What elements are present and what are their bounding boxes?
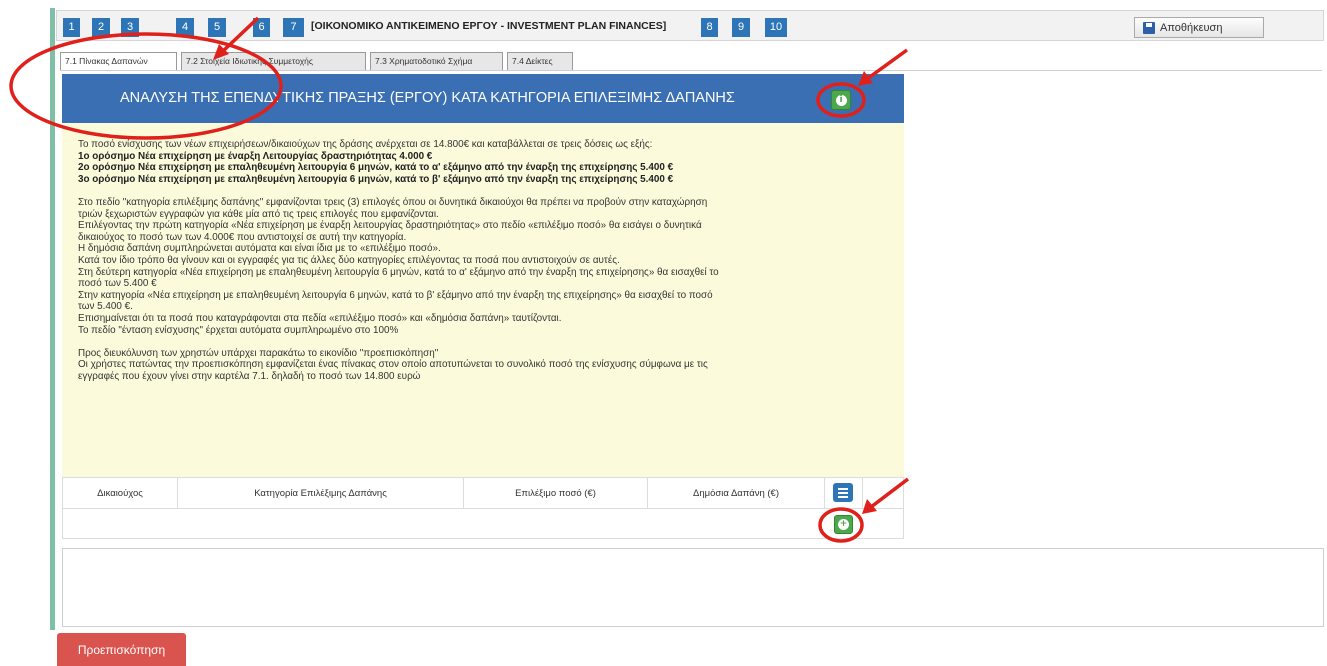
step-navigation-bar: 1 2 3 4 5 6 7 [ΟΙΚΟΝΟΜΙΚΟ ΑΝΤΙΚΕΙΜΕΝΟ ΕΡ… [56, 10, 1324, 41]
step-3-button[interactable]: 3 [121, 18, 139, 37]
step-7-button[interactable]: 7 [283, 18, 304, 37]
step-5-button[interactable]: 5 [208, 18, 226, 37]
column-header: Δικαιούχος [63, 478, 178, 509]
tab-indicators[interactable]: 7.4 Δείκτες [507, 52, 573, 70]
info-line: Οι χρήστες πατώντας την προεπισκόπηση εμ… [78, 359, 708, 371]
info-line: δικαιούχος το ποσό των των 4.000€ που αν… [78, 231, 407, 243]
preview-button[interactable]: Προεπισκόπηση [57, 633, 186, 666]
list-icon[interactable] [833, 483, 853, 502]
step-2-button[interactable]: 2 [92, 18, 110, 37]
save-button-label: Αποθήκευση [1160, 21, 1223, 34]
floppy-disk-icon [1143, 21, 1155, 34]
step-4-button[interactable]: 4 [176, 18, 194, 37]
milestone-2: 2ο ορόσημο Νέα επιχείρηση με επαληθευμέν… [78, 162, 674, 174]
notes-textarea[interactable] [62, 548, 1324, 627]
info-line: Στην κατηγορία «Νέα επιχείρηση με επαληθ… [78, 289, 713, 301]
info-line: Επισημαίνεται ότι τα ποσά που καταγράφον… [78, 312, 562, 324]
info-line: Η δημόσια δαπάνη συμπληρώνεται αυτόματα … [78, 243, 441, 255]
info-line: Το πεδίο "ένταση ενίσχυσης" έρχεται αυτό… [78, 324, 399, 336]
info-circle-icon: i [835, 94, 847, 106]
step-1-button[interactable]: 1 [63, 18, 80, 37]
info-intro: Το ποσό ενίσχυσης των νέων επιχειρήσεων/… [78, 139, 653, 150]
info-line: εγγραφές που έχουν γίνει στην καρτέλα 7.… [78, 370, 421, 382]
info-line: Επιλέγοντας την πρώτη κατηγορία «Νέα επι… [78, 220, 702, 232]
column-header: Επιλέξιμο ποσό (€) [464, 478, 648, 509]
table-header: Δικαιούχος Κατηγορία Επιλέξιμης Δαπάνης … [63, 478, 903, 509]
section-title: ΑΝΑΛΥΣΗ ΤΗΣ ΕΠΕΝΔΥΤΙΚΗΣ ΠΡΑΞΗΣ (ΕΡΓΟΥ) Κ… [120, 90, 735, 106]
info-line: Στη δεύτερη κατηγορία «Νέα επιχείρηση με… [78, 266, 719, 278]
milestone-3: 3ο ορόσημο Νέα επιχείρηση με επαληθευμέν… [78, 173, 674, 185]
step-8-button[interactable]: 8 [701, 18, 718, 37]
step-10-button[interactable]: 10 [765, 18, 787, 37]
info-button[interactable]: i [831, 90, 851, 110]
milestone-1: 1ο ορόσημο Νέα επιχείρηση με έναρξη Λειτ… [78, 150, 433, 162]
tab-divider [60, 70, 1322, 71]
info-line: ποσό των 5.400 € [78, 278, 157, 290]
tab-private-participation[interactable]: 7.2 Στοιχεία Ιδιωτικής Συμμετοχής [181, 52, 366, 70]
left-accent-bar [50, 8, 55, 630]
tab-expense-table[interactable]: 7.1 Πίνακας Δαπανών [60, 52, 177, 70]
expense-table: Δικαιούχος Κατηγορία Επιλέξιμης Δαπάνης … [62, 477, 904, 539]
column-header: Δημόσια Δαπάνη (€) [648, 478, 825, 509]
current-step-title: [ΟΙΚΟΝΟΜΙΚΟ ΑΝΤΙΚΕΙΜΕΝΟ ΕΡΓΟΥ - INVESTME… [311, 20, 667, 32]
info-line: Κατά τον ίδιο τρόπο θα γίνουν και οι εγγ… [78, 254, 620, 266]
step-9-button[interactable]: 9 [732, 18, 750, 37]
save-button[interactable]: Αποθήκευση [1134, 17, 1264, 38]
section-header: ΑΝΑΛΥΣΗ ΤΗΣ ΕΠΕΝΔΥΤΙΚΗΣ ΠΡΑΞΗΣ (ΕΡΓΟΥ) Κ… [62, 74, 904, 123]
info-line: Στο πεδίο "κατηγορία επιλέξιμης δαπάνης"… [78, 196, 708, 208]
info-line: τριών ξεχωριστών εγγραφών για κάθε μία α… [78, 208, 439, 220]
column-header: Κατηγορία Επιλέξιμης Δαπάνης [178, 478, 464, 509]
info-line: των 5.400 €. [78, 301, 133, 313]
info-line: Προς διευκόλυνση των χρηστών υπάρχει παρ… [78, 347, 439, 359]
add-row-button[interactable]: + [834, 515, 853, 534]
plus-circle-icon: + [838, 519, 849, 530]
step-6-button[interactable]: 6 [253, 18, 270, 37]
instructions-panel: Το ποσό ενίσχυσης των νέων επιχειρήσεων/… [62, 123, 904, 477]
tab-financing-scheme[interactable]: 7.3 Χρηματοδοτικό Σχήμα [370, 52, 503, 70]
